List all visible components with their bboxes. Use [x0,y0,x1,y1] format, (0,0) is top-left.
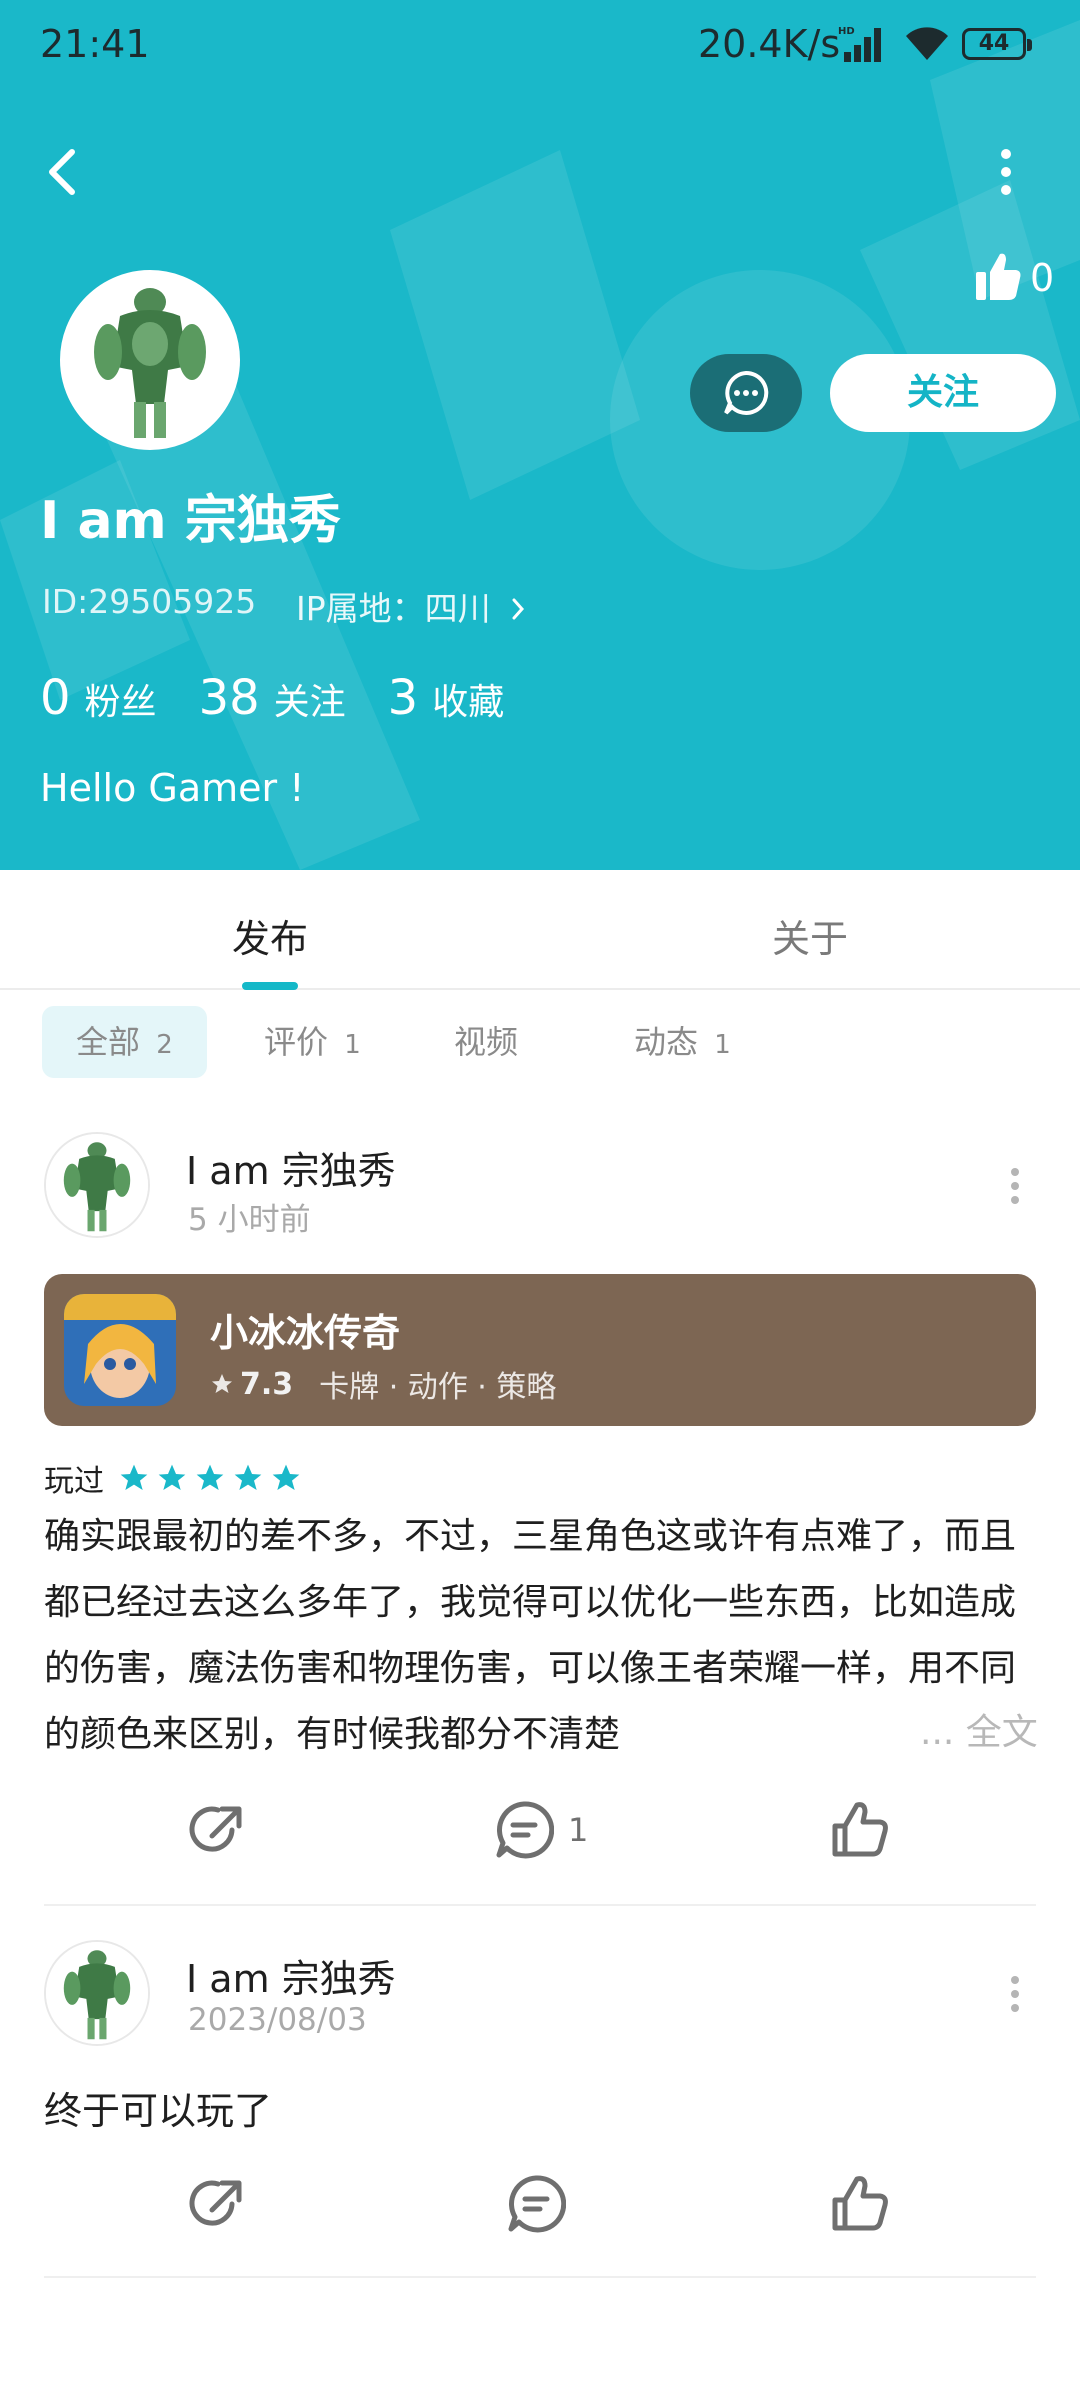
filter-chip-moment[interactable]: 动态 1 [600,1006,765,1078]
review-text[interactable]: 确实跟最初的差不多，不过，三星角色这或许有点难了，而且都已经过去这么多年了，我觉… [44,1504,1036,1768]
filter-chip-video[interactable]: 视频 [420,1006,552,1078]
star-icon [196,1464,224,1490]
rating-stars [118,1462,302,1494]
profile-bio: Hello Gamer ! [40,766,305,810]
like-count: 0 [1030,256,1055,300]
star-icon [272,1464,300,1490]
thumbs-up-outline-icon [832,2176,888,2231]
filter-chip-label: 评价 [264,1023,329,1061]
fans-count[interactable]: 0 [40,670,71,726]
filter-chip-label: 全部 [76,1023,141,1061]
profile-name: I am 宗独秀 [40,491,341,551]
svg-text:HD: HD [838,26,855,37]
game-tags: 卡牌 · 动作 · 策略 [319,1370,557,1405]
more-vertical-icon[interactable] [990,140,1022,204]
post-author-avatar[interactable] [44,1940,150,2046]
thumbs-up-icon[interactable] [974,250,1022,302]
game-icon-image [64,1294,176,1406]
status-time: 21:41 [40,22,150,66]
profile-id: ID:29505925 [42,582,257,621]
battery-icon: 44 [962,28,1032,60]
like-button[interactable] [830,2164,890,2244]
profile-header: 21:41 20.4K/s HD 44 0 关注 I am 宗独秀 ID:295… [0,0,1080,870]
played-rating-row: 玩过 [44,1456,302,1500]
tab-publish[interactable]: 发布 [232,908,308,963]
status-net-speed: 20.4K/s [698,22,841,66]
game-icon [64,1294,176,1406]
comment-button[interactable] [506,2164,566,2244]
post-author-name[interactable]: I am 宗独秀 [186,1948,396,2003]
filter-chip-label: 视频 [454,1023,519,1061]
following-label[interactable]: 关注 [274,673,346,725]
star-icon [234,1464,262,1490]
profile-stats: 0 粉丝 38 关注 3 收藏 [40,670,546,726]
post-divider [44,1904,1036,1906]
message-button[interactable] [690,354,802,432]
hulk-avatar-image [64,274,236,446]
ip-location-text: IP属地：四川 [296,589,491,628]
tab-about[interactable]: 关于 [772,908,848,963]
star-icon [158,1464,186,1490]
post-more-icon[interactable] [1005,1164,1025,1208]
signal-icon: HD [838,26,881,62]
tab-indicator [242,982,298,990]
back-chevron-icon[interactable] [36,140,92,204]
filter-chip-review[interactable]: 评价 1 [230,1006,395,1078]
profile-tabs: 发布 关于 [0,870,1080,990]
hulk-avatar-image [46,1134,148,1236]
follow-button[interactable]: 关注 [830,354,1056,432]
post-divider [44,2276,1036,2278]
profile-avatar[interactable] [60,270,240,450]
comment-icon [496,1801,554,1859]
share-button[interactable] [188,1790,248,1870]
status-bar: 21:41 20.4K/s HD 44 [0,0,1080,90]
share-icon [189,1806,242,1852]
chat-bubble-icon [724,370,769,415]
wifi-icon [906,27,948,60]
played-label: 玩过 [44,1464,104,1499]
post-time: 2023/08/03 [188,2002,367,2038]
share-icon [189,2180,242,2226]
post-actions: 1 [0,1790,1080,1870]
share-button[interactable] [188,2164,248,2244]
game-name: 小冰冰传奇 [210,1311,401,1355]
filter-chips: 全部 2 评价 1 视频 动态 1 [0,1006,1080,1080]
like-button[interactable] [830,1790,890,1870]
game-meta: 7.3 卡牌 · 动作 · 策略 [210,1362,556,1406]
fans-label[interactable]: 粉丝 [85,673,157,725]
favorites-label[interactable]: 收藏 [432,673,504,725]
star-icon [120,1464,148,1490]
comment-count: 1 [568,1811,589,1849]
read-more-link[interactable]: ... 全文 [910,1700,1038,1766]
game-score: 7.3 [240,1366,294,1402]
post-actions [0,2164,1080,2244]
filter-chip-all[interactable]: 全部 2 [42,1006,207,1078]
following-count[interactable]: 38 [199,670,260,726]
game-card[interactable]: 小冰冰传奇 7.3 卡牌 · 动作 · 策略 [44,1274,1036,1426]
comment-icon [508,2175,566,2233]
post-author-avatar[interactable] [44,1132,150,1238]
post-more-icon[interactable] [1005,1972,1025,2016]
ip-location-link[interactable]: IP属地：四川 [296,582,527,630]
star-icon [212,1374,232,1393]
post-author-name[interactable]: I am 宗独秀 [186,1140,396,1195]
favorites-count[interactable]: 3 [388,670,419,726]
filter-chip-label: 动态 [634,1023,699,1061]
filter-chip-count: 2 [156,1030,173,1060]
filter-chip-count: 1 [344,1030,361,1060]
chevron-right-icon [512,598,525,620]
comment-button[interactable]: 1 [494,1790,588,1870]
hulk-avatar-image [46,1942,148,2044]
post-time: 5 小时前 [188,1202,311,1238]
filter-chip-count: 1 [714,1030,731,1060]
post-text[interactable]: 终于可以玩了 [44,2080,272,2135]
thumbs-up-outline-icon [832,1802,888,1857]
